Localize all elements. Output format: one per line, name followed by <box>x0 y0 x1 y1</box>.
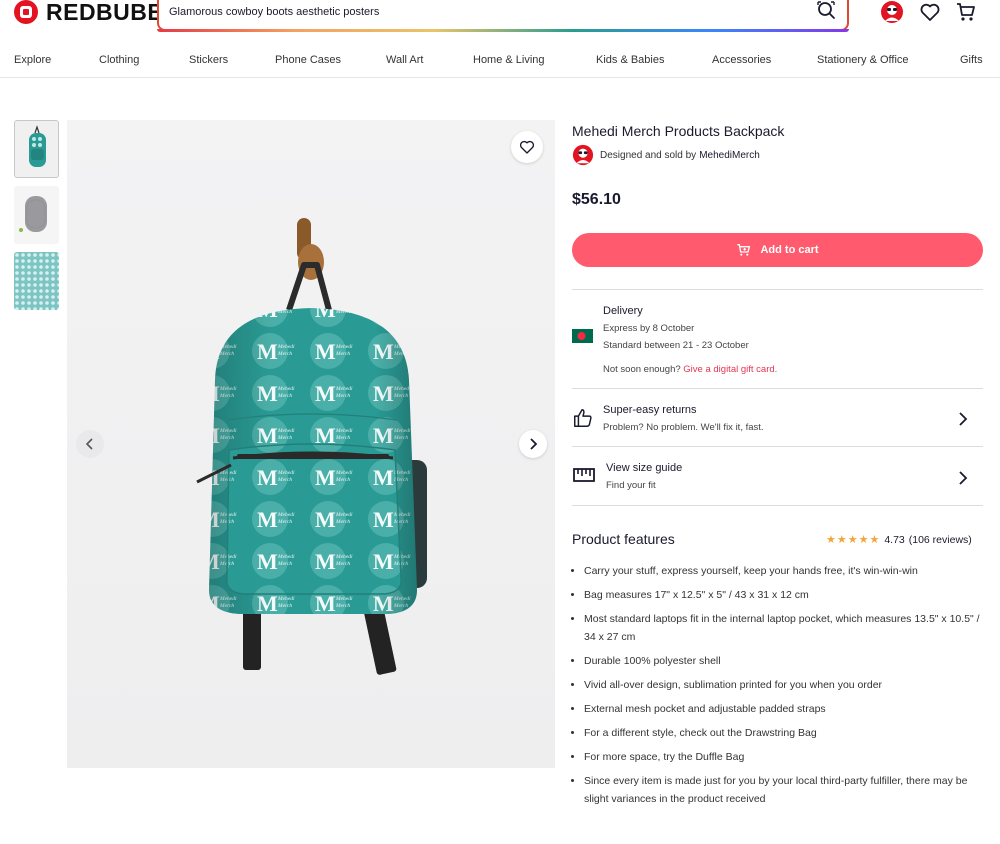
delivery-express: Express by 8 October <box>603 323 695 334</box>
ruler-icon <box>573 468 595 482</box>
divider <box>572 388 983 389</box>
cart-icon[interactable] <box>954 0 978 24</box>
product-main-image: M Mehedi Merch <box>67 120 555 768</box>
review-count: (106 reviews) <box>908 533 972 546</box>
divider <box>572 289 983 290</box>
nav-item-explore[interactable]: Explore <box>14 54 51 66</box>
nav-item-gifts[interactable]: Gifts <box>960 54 983 66</box>
size-guide-subtitle: Find your fit <box>606 480 656 491</box>
features-list: Carry your stuff, express yourself, keep… <box>584 562 984 814</box>
add-to-cart-button[interactable]: Add to cart <box>572 233 983 267</box>
gift-card-link[interactable]: Give a digital gift card. <box>683 364 777 375</box>
nav-item-stationery-office[interactable]: Stationery & Office <box>817 54 909 66</box>
logo-mark-icon <box>14 0 38 24</box>
seller-name-link[interactable]: MehediMerch <box>699 150 760 161</box>
feature-item: Durable 100% polyester shell <box>584 652 984 670</box>
heart-icon <box>519 140 535 154</box>
thumbnail-front[interactable] <box>14 120 59 178</box>
thumbnail-pattern[interactable] <box>14 252 59 310</box>
add-to-cart-label: Add to cart <box>760 244 819 256</box>
not-soon-text: Not soon enough? <box>603 364 681 375</box>
rating-value: 4.73 <box>884 533 905 546</box>
nav-item-kids-babies[interactable]: Kids & Babies <box>596 54 664 66</box>
feature-item: Carry your stuff, express yourself, keep… <box>584 562 984 580</box>
thumbs-up-icon <box>574 409 592 427</box>
delivery-not-soon: Not soon enough? Give a digital gift car… <box>603 364 777 375</box>
nav-item-accessories[interactable]: Accessories <box>712 54 771 66</box>
backpack-illustration: M Mehedi Merch <box>196 218 427 675</box>
search-icon[interactable] <box>815 0 837 21</box>
previous-image-button[interactable] <box>76 430 104 458</box>
feature-item: Bag measures 17" x 12.5" x 5" / 43 x 31 … <box>584 586 984 604</box>
returns-subtitle: Problem? No problem. We'll fix it, fast. <box>603 422 764 433</box>
feature-item: For more space, try the Duffle Bag <box>584 748 984 766</box>
product-price: $56.10 <box>572 191 621 208</box>
seller-line: Designed and sold by MehediMerch <box>572 144 760 166</box>
feature-item: For a different style, check out the Dra… <box>584 724 984 742</box>
chevron-right-icon[interactable] <box>958 412 968 426</box>
bangladesh-flag-icon <box>572 329 593 343</box>
nav-item-clothing[interactable]: Clothing <box>99 54 139 66</box>
returns-title: Super-easy returns <box>603 404 697 416</box>
divider <box>572 505 983 506</box>
delivery-title: Delivery <box>603 305 643 317</box>
thumbnail-back[interactable] <box>14 186 59 244</box>
product-features-title: Product features <box>572 531 675 547</box>
heart-icon[interactable] <box>918 0 942 24</box>
rating-summary[interactable]: ★★★★★ 4.73 (106 reviews) <box>826 533 972 547</box>
user-avatar[interactable] <box>880 0 904 24</box>
seller-avatar[interactable] <box>572 144 594 166</box>
nav-item-stickers[interactable]: Stickers <box>189 54 228 66</box>
search-input[interactable] <box>169 1 789 23</box>
category-nav: Explore Clothing Stickers Phone Cases Wa… <box>0 44 1000 78</box>
product-title: Mehedi Merch Products Backpack <box>572 123 785 139</box>
chevron-right-icon[interactable] <box>958 471 968 485</box>
delivery-standard: Standard between 21 - 23 October <box>603 340 749 351</box>
chevron-right-icon <box>530 438 538 450</box>
feature-item: Vivid all-over design, sublimation print… <box>584 676 984 694</box>
search-gradient-underline <box>157 29 849 32</box>
search-bar <box>157 0 849 31</box>
divider <box>572 446 983 447</box>
size-guide-title[interactable]: View size guide <box>606 462 682 474</box>
feature-item: Most standard laptops fit in the interna… <box>584 610 984 646</box>
next-image-button[interactable] <box>519 430 547 458</box>
chevron-left-icon <box>85 438 93 450</box>
favorite-button[interactable] <box>511 131 543 163</box>
nav-item-phone-cases[interactable]: Phone Cases <box>275 54 341 66</box>
feature-item: External mesh pocket and adjustable padd… <box>584 700 984 718</box>
feature-item: Since every item is made just for you by… <box>584 772 984 808</box>
designed-by-text: Designed and sold by <box>600 149 697 161</box>
cart-plus-icon <box>737 244 751 256</box>
nav-item-home-living[interactable]: Home & Living <box>473 54 545 66</box>
site-header: REDBUBBLE <box>0 0 1000 36</box>
star-rating-icon: ★★★★★ <box>826 534 881 546</box>
nav-item-wall-art[interactable]: Wall Art <box>386 54 424 66</box>
